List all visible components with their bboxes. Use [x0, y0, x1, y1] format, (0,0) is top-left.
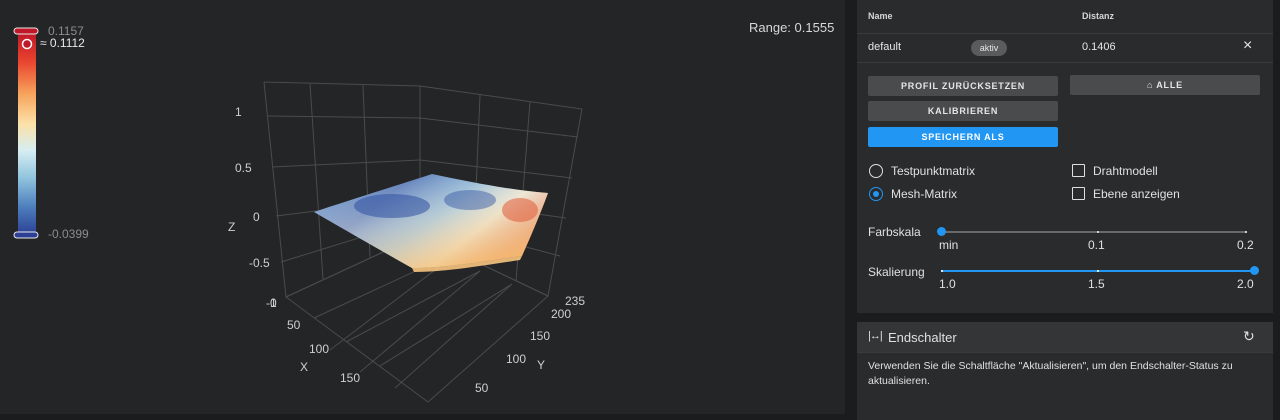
show-plane-label[interactable]: Ebene anzeigen [1093, 187, 1180, 201]
scaling-tick-label: 2.0 [1237, 277, 1254, 291]
home-icon: ⌂ [1147, 80, 1154, 90]
mesh-surface[interactable] [314, 174, 548, 272]
mesh-matrix-radio[interactable] [869, 187, 883, 201]
home-all-label: ALLE [1156, 80, 1183, 90]
color-scale-tick-label: 0.1 [1088, 238, 1105, 252]
wireframe-label[interactable]: Drahtmodell [1093, 164, 1158, 178]
wireframe-checkbox[interactable] [1072, 164, 1085, 177]
endstops-header: |↔| Endschalter ↻ [857, 322, 1273, 353]
y-axis-label: Y [537, 358, 545, 372]
colorbar-current-marker[interactable] [21, 38, 33, 50]
scaling-label: Skalierung [868, 265, 925, 279]
reset-profile-button[interactable]: PROFIL ZURÜCKSETZEN [868, 76, 1058, 96]
mesh-plot-area[interactable]: 0.1157 ≈ 0.1112 -0.0399 Range: 0.1555 1 … [0, 0, 845, 414]
save-as-button[interactable]: SPEICHERN ALS [868, 127, 1058, 147]
scaling-tick-label: 1.0 [939, 277, 956, 291]
endstops-title: Endschalter [888, 330, 957, 345]
profiles-table-header: Name Distanz [857, 0, 1273, 34]
endstop-arrows-icon: |↔| [868, 330, 883, 342]
color-scale-tick [1245, 231, 1247, 233]
colorbar-current-label: ≈ 0.1112 [40, 36, 85, 50]
z-tick: -0.5 [249, 256, 270, 270]
profile-distance: 0.1406 [1082, 41, 1116, 53]
range-text: Range: 0.1555 [749, 20, 834, 35]
x-tick: 0 [270, 296, 277, 310]
colorbar-max-handle[interactable] [13, 27, 39, 35]
color-scale-tick-label: min [939, 238, 959, 252]
y-tick: 150 [530, 329, 550, 343]
x-tick: 150 [340, 371, 360, 385]
endstops-description: Verwenden Sie die Schaltfläche "Aktualis… [868, 360, 1233, 387]
mesh-plot-svg[interactable]: 0.1157 ≈ 0.1112 -0.0399 Range: 0.1555 1 … [0, 0, 845, 414]
x-axis: 0 50 100 150 X [270, 296, 360, 385]
x-tick: 50 [287, 318, 301, 332]
scaling-tick [941, 270, 943, 272]
color-scale-label: Farbskala [868, 225, 921, 239]
scaling-tick-label: 1.5 [1088, 277, 1105, 291]
y-tick: 50 [475, 381, 489, 395]
colorbar: 0.1157 ≈ 0.1112 -0.0399 [13, 24, 89, 241]
color-scale-tick [1097, 231, 1099, 233]
scaling-thumb[interactable] [1250, 266, 1259, 275]
z-tick: 0.5 [235, 161, 252, 175]
colorbar-min-label: -0.0399 [48, 227, 89, 241]
x-tick: 100 [309, 342, 329, 356]
x-axis-label: X [300, 360, 308, 374]
probe-matrix-label[interactable]: Testpunktmatrix [891, 164, 975, 178]
z-tick: 1 [235, 105, 242, 119]
y-tick: 200 [551, 307, 571, 321]
mesh-matrix-label[interactable]: Mesh-Matrix [891, 187, 957, 201]
bed-mesh-panel: Name Distanz default aktiv 0.1406 × PROF… [857, 0, 1273, 313]
home-all-button[interactable]: ⌂ ALLE [1070, 75, 1260, 95]
y-tick: 235 [565, 294, 585, 308]
z-axis-label: Z [228, 220, 235, 234]
profile-name[interactable]: default [868, 41, 901, 53]
status-badge: aktiv [971, 40, 1007, 56]
calibrate-button[interactable]: KALIBRIEREN [868, 101, 1058, 121]
column-header-name: Name [868, 11, 893, 21]
scaling-tick [1097, 270, 1099, 272]
endstops-panel: |↔| Endschalter ↻ Verwenden Sie die Scha… [857, 322, 1273, 420]
color-scale-thumb[interactable] [937, 227, 946, 236]
color-scale-track[interactable] [941, 231, 1247, 233]
column-header-distance: Distanz [1082, 11, 1115, 21]
colorbar-gradient [18, 33, 36, 235]
y-tick: 100 [506, 352, 526, 366]
show-plane-checkbox[interactable] [1072, 187, 1085, 200]
color-scale-tick-label: 0.2 [1237, 238, 1254, 252]
table-row[interactable]: default aktiv 0.1406 × [857, 34, 1273, 63]
probe-matrix-radio[interactable] [869, 164, 883, 178]
z-tick: 0 [253, 210, 260, 224]
refresh-icon[interactable]: ↻ [1243, 328, 1255, 345]
remove-profile-icon[interactable]: × [1243, 37, 1252, 55]
y-axis: 235 200 150 100 50 Y [475, 294, 585, 395]
colorbar-min-handle[interactable] [13, 231, 39, 239]
